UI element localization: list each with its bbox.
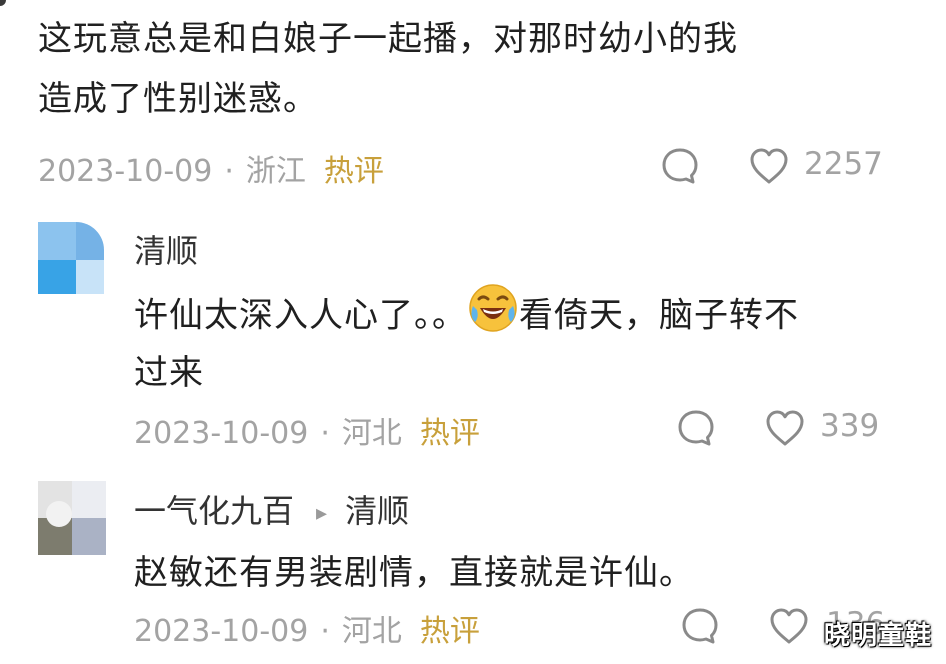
reply-text: 赵敏还有男装剧情，直接就是许仙。 <box>134 553 694 593</box>
watermark: 晓明童鞋 <box>823 621 932 651</box>
comment-icon[interactable] <box>676 408 716 448</box>
reply-to-name[interactable]: 清顺 <box>345 492 409 530</box>
reply-text-part-a: 许仙太深入人心了。。 <box>134 295 467 336</box>
comment-text-line-1: 这玩意总是和白娘子一起播，对那时幼小的我 <box>38 19 738 59</box>
comment-location: 浙江 <box>245 154 306 189</box>
reply-text-line-2: 过来 <box>134 353 204 393</box>
hot-badge: 热评 <box>419 614 480 649</box>
heart-icon[interactable] <box>764 408 806 448</box>
reply-text-line-1: 许仙太深入人心了。。 看倚天，脑子转不 <box>134 282 799 352</box>
meta-separator: · <box>320 614 330 649</box>
reply-location: 河北 <box>341 416 402 451</box>
like-count: 2257 <box>804 146 883 182</box>
reply-to-arrow-icon: ▸ <box>316 500 328 526</box>
reply-author-line: 一气化九百 ▸ 清顺 <box>134 486 409 532</box>
reply-text-part-b: 看倚天，脑子转不 <box>519 295 799 336</box>
reply-author-name[interactable]: 清顺 <box>134 226 198 272</box>
reply-meta: 2023-10-09 · 河北 热评 <box>134 408 480 452</box>
reply-author-name[interactable]: 一气化九百 <box>134 492 294 530</box>
reply-meta: 2023-10-09 · 河北 热评 <box>134 606 480 650</box>
reply-location: 河北 <box>341 614 402 649</box>
avatar[interactable] <box>38 222 104 294</box>
comment-date: 2023-10-09 <box>38 154 213 189</box>
heart-icon[interactable] <box>748 146 790 186</box>
laughing-crying-emoji-icon <box>467 282 519 352</box>
reply-date: 2023-10-09 <box>134 416 309 451</box>
comment-icon[interactable] <box>660 146 700 186</box>
avatar[interactable] <box>38 481 106 555</box>
hot-badge: 热评 <box>419 416 480 451</box>
comment-meta: 2023-10-09 · 浙江 热评 <box>38 146 384 190</box>
meta-separator: · <box>320 416 330 451</box>
reply-date: 2023-10-09 <box>134 614 309 649</box>
comment-text-line-2: 造成了性别迷惑。 <box>38 79 318 119</box>
comment-icon[interactable] <box>680 606 720 646</box>
like-count: 339 <box>820 408 880 444</box>
corner-mark <box>0 0 6 6</box>
hot-badge: 热评 <box>323 154 384 189</box>
meta-separator: · <box>224 154 234 189</box>
heart-icon[interactable] <box>768 606 810 646</box>
